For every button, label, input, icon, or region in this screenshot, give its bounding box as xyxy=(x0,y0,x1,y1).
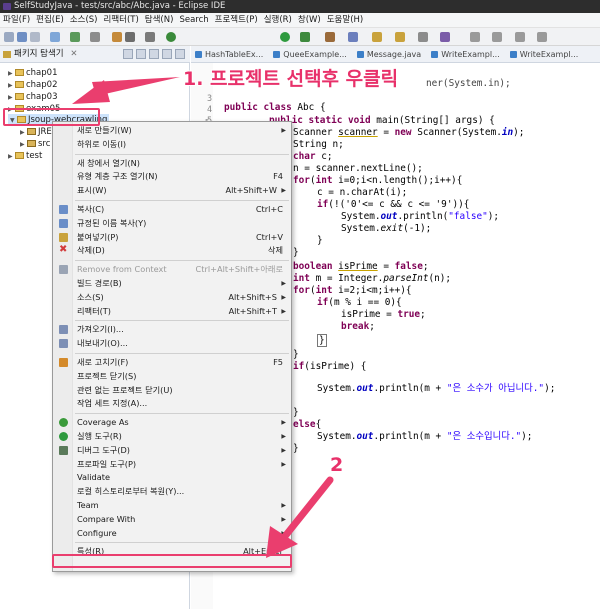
annotation-arrows xyxy=(72,77,334,558)
arrowhead-step1 xyxy=(72,80,110,104)
step2-annotation: 2 xyxy=(330,454,344,476)
arrow-step2 xyxy=(278,476,334,544)
step1-annotation: 1. 프로젝트 선택후 우클릭 xyxy=(183,68,399,90)
